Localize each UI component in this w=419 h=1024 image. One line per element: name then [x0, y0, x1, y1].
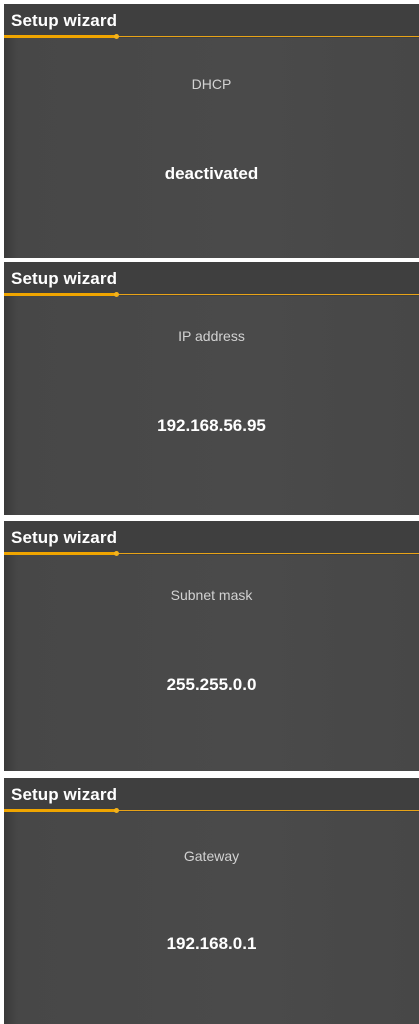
wizard-title: Setup wizard: [11, 528, 118, 547]
progress-fill: [4, 552, 117, 555]
wizard-title: Setup wizard: [11, 785, 118, 804]
progress-fill: [4, 35, 117, 38]
field-label: Gateway: [183, 848, 240, 864]
field-label: IP address: [178, 328, 245, 344]
wizard-screen-ip-address: Setup wizard IP address 192.168.56.95: [4, 262, 419, 515]
field-value[interactable]: 192.168.0.1: [4, 934, 419, 954]
field-value[interactable]: 255.255.0.0: [4, 675, 419, 695]
progress-knob: [114, 551, 120, 556]
progress-knob: [114, 808, 120, 813]
wizard-screen-subnet-mask: Setup wizard Subnet mask 255.255.0.0: [4, 521, 419, 771]
field-label: DHCP: [191, 76, 232, 92]
title-bar: Setup wizard: [4, 778, 419, 812]
wizard-screen-gateway: Setup wizard Gateway 192.168.0.1: [4, 778, 419, 1024]
progress-knob: [114, 292, 120, 297]
wizard-title: Setup wizard: [11, 269, 118, 288]
title-bar: Setup wizard: [4, 521, 419, 555]
title-bar: Setup wizard: [4, 262, 419, 296]
title-bar: Setup wizard: [4, 4, 419, 38]
progress-knob: [114, 34, 120, 39]
progress-fill: [4, 809, 117, 812]
wizard-title: Setup wizard: [11, 11, 118, 30]
field-value[interactable]: 192.168.56.95: [4, 416, 419, 436]
field-value[interactable]: deactivated: [4, 164, 419, 184]
wizard-screen-dhcp: Setup wizard DHCP deactivated: [4, 4, 419, 258]
progress-fill: [4, 293, 117, 296]
field-label: Subnet mask: [170, 587, 253, 603]
